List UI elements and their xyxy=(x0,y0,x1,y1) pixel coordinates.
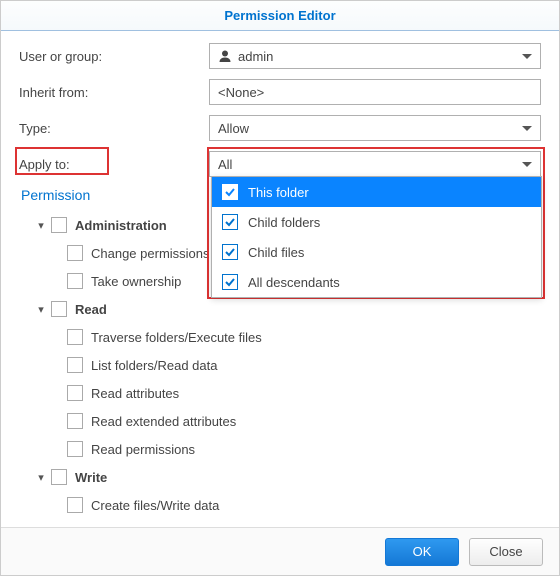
collapse-icon[interactable]: ▾ xyxy=(35,219,47,232)
dropdown-item-label: This folder xyxy=(248,185,309,200)
dropdown-item-child-folders[interactable]: Child folders xyxy=(212,207,541,237)
perm-item: Read extended attributes xyxy=(19,407,541,435)
close-button[interactable]: Close xyxy=(469,538,543,566)
field-apply[interactable]: All xyxy=(209,151,541,177)
titlebar: Permission Editor xyxy=(1,1,559,31)
label-apply: Apply to: xyxy=(19,157,209,172)
checkbox[interactable] xyxy=(67,329,83,345)
label-type: Type: xyxy=(19,121,209,136)
perm-label: Take ownership xyxy=(91,274,181,289)
perm-label: Read extended attributes xyxy=(91,414,236,429)
group-label: Read xyxy=(75,302,107,317)
perm-item: Read permissions xyxy=(19,435,541,463)
check-icon xyxy=(222,214,238,230)
field-user[interactable]: admin xyxy=(209,43,541,69)
checkbox[interactable] xyxy=(67,385,83,401)
perm-item: Read attributes xyxy=(19,379,541,407)
perm-item: Traverse folders/Execute files xyxy=(19,323,541,351)
dropdown-item-label: All descendants xyxy=(248,275,340,290)
perm-item: List folders/Read data xyxy=(19,351,541,379)
group-label: Administration xyxy=(75,218,167,233)
group-write: ▾ Write xyxy=(19,463,541,491)
field-type[interactable]: Allow xyxy=(209,115,541,141)
label-user: User or group: xyxy=(19,49,209,64)
dropdown-item-label: Child folders xyxy=(248,215,320,230)
value-apply: All xyxy=(218,157,232,172)
checkbox-write[interactable] xyxy=(51,469,67,485)
check-icon xyxy=(222,184,238,200)
checkbox[interactable] xyxy=(67,357,83,373)
check-icon xyxy=(222,274,238,290)
permission-editor-dialog: Permission Editor User or group: admin I… xyxy=(0,0,560,576)
group-read: ▾ Read xyxy=(19,295,541,323)
apply-to-dropdown: This folder Child folders Child files Al… xyxy=(211,176,542,298)
dialog-title: Permission Editor xyxy=(224,8,335,23)
checkbox[interactable] xyxy=(67,413,83,429)
perm-label: Read permissions xyxy=(91,442,195,457)
perm-label: Traverse folders/Execute files xyxy=(91,330,262,345)
dropdown-item-all-descendants[interactable]: All descendants xyxy=(212,267,541,297)
check-icon xyxy=(222,244,238,260)
user-icon xyxy=(218,49,232,63)
dropdown-item-this-folder[interactable]: This folder xyxy=(212,177,541,207)
perm-label: List folders/Read data xyxy=(91,358,217,373)
collapse-icon[interactable]: ▾ xyxy=(35,303,47,316)
label-inherit: Inherit from: xyxy=(19,85,209,100)
perm-label: Change permissions xyxy=(91,246,210,261)
checkbox[interactable] xyxy=(67,273,83,289)
checkbox-read[interactable] xyxy=(51,301,67,317)
checkbox[interactable] xyxy=(67,497,83,513)
perm-label: Read attributes xyxy=(91,386,179,401)
ok-button[interactable]: OK xyxy=(385,538,459,566)
checkbox[interactable] xyxy=(67,245,83,261)
dropdown-item-child-files[interactable]: Child files xyxy=(212,237,541,267)
value-inherit: <None> xyxy=(218,85,264,100)
group-label: Write xyxy=(75,470,107,485)
row-inherit: Inherit from: <None> xyxy=(19,79,541,105)
value-type: Allow xyxy=(218,121,249,136)
dialog-footer: OK Close xyxy=(1,527,559,575)
row-apply: Apply to: All xyxy=(19,151,541,177)
row-user: User or group: admin xyxy=(19,43,541,69)
checkbox-administration[interactable] xyxy=(51,217,67,233)
perm-item: Create files/Write data xyxy=(19,491,541,519)
row-type: Type: Allow xyxy=(19,115,541,141)
collapse-icon[interactable]: ▾ xyxy=(35,471,47,484)
field-inherit[interactable]: <None> xyxy=(209,79,541,105)
value-user: admin xyxy=(238,49,273,64)
perm-label: Create files/Write data xyxy=(91,498,219,513)
dropdown-item-label: Child files xyxy=(248,245,304,260)
checkbox[interactable] xyxy=(67,441,83,457)
